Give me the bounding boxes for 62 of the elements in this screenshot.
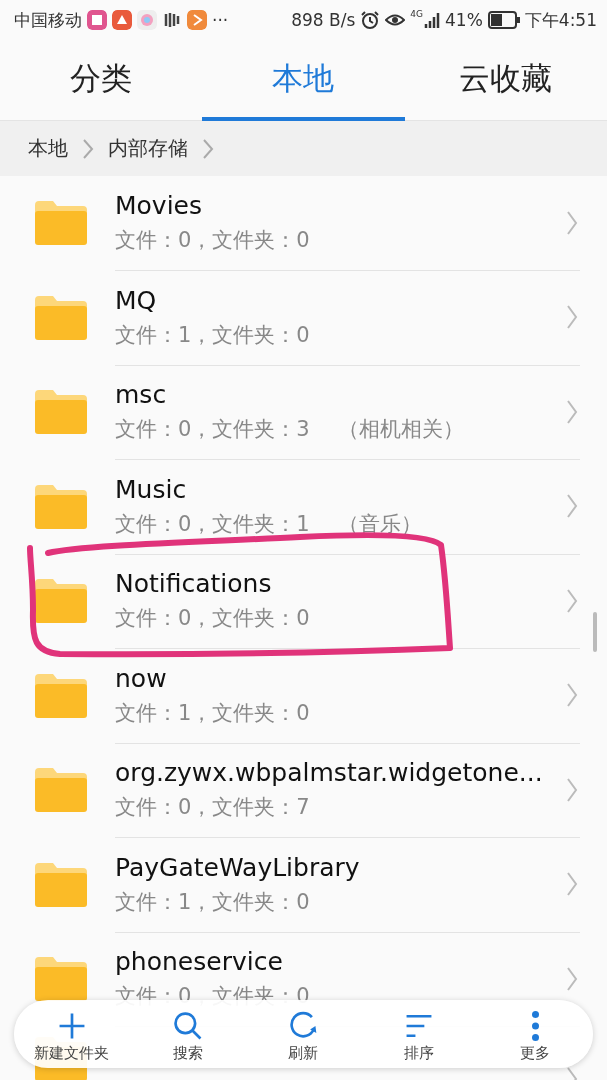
- folder-name[interactable]: phoneservice: [115, 947, 566, 977]
- folder-info: 文件：0，文件夹：1: [115, 510, 310, 538]
- folder-info: 文件：1，文件夹：0: [115, 699, 310, 727]
- folder-name[interactable]: org.zywx.wbpalmstar.widgetone...: [115, 758, 566, 788]
- chevron-right-icon: [566, 776, 578, 803]
- folder-note: （音乐）: [337, 510, 422, 538]
- chevron-right-icon: [566, 398, 578, 425]
- folder-info: 文件：1，文件夹：0: [115, 321, 310, 349]
- folder-icon: [35, 201, 87, 246]
- chevron-right-icon: [566, 965, 578, 992]
- folder-icon: [35, 957, 87, 1002]
- folder-icon: [35, 673, 87, 718]
- chevron-right-icon: [566, 209, 578, 236]
- chevron-right-icon: [566, 304, 578, 331]
- scrollbar-thumb[interactable]: [593, 612, 597, 652]
- folder-icon: [35, 768, 87, 813]
- chevron-right-icon: [82, 137, 94, 160]
- sound-wave-icon: [162, 10, 182, 30]
- chevron-right-icon: [202, 137, 214, 160]
- app-notification-icon: [112, 10, 132, 30]
- app-notification-icon: [87, 10, 107, 30]
- battery-icon: [487, 11, 520, 29]
- more-notifications: ···: [212, 10, 229, 30]
- app-notification-icon: [137, 10, 157, 30]
- toolbar-button[interactable]: 更多: [477, 1006, 593, 1066]
- folder-note: （相机相关）: [337, 416, 464, 444]
- toolbar-button[interactable]: 排序: [361, 1006, 478, 1066]
- folder-icon: [35, 484, 87, 529]
- folder-icon: [35, 390, 87, 435]
- play-app-icon: [187, 10, 207, 30]
- folder-name[interactable]: msc: [115, 380, 566, 410]
- folder-name[interactable]: Movies: [115, 191, 566, 221]
- network-speed: 898 B/s: [291, 10, 356, 30]
- folder-name[interactable]: PayGateWayLibrary: [115, 852, 566, 882]
- chevron-right-icon: [566, 682, 578, 709]
- folder-info: 文件：1，文件夹：0: [115, 888, 310, 916]
- tab[interactable]: 分类: [0, 40, 203, 121]
- clock-time: 下午4:51: [524, 8, 597, 32]
- signal-icon: [424, 10, 440, 30]
- chevron-right-icon: [566, 871, 578, 898]
- alarm-icon: [360, 10, 381, 30]
- chevron-right-icon: [566, 587, 578, 614]
- network-type: 4G: [410, 9, 423, 19]
- battery-percent: 41%: [445, 10, 483, 30]
- folder-name[interactable]: now: [115, 663, 566, 693]
- folder-info: 文件：0，文件夹：7: [115, 794, 310, 822]
- folder-name[interactable]: Music: [115, 474, 566, 504]
- chevron-right-icon: [566, 493, 578, 520]
- carrier-name: 中国移动: [14, 8, 82, 32]
- breadcrumb-item[interactable]: 内部存储: [108, 135, 188, 162]
- folder-name[interactable]: MQ: [115, 285, 566, 315]
- folder-info: 文件：0，文件夹：0: [115, 227, 310, 255]
- folder-info: 文件：0，文件夹：0: [115, 605, 310, 633]
- folder-icon: [35, 862, 87, 907]
- folder-info: 文件：0，文件夹：3: [115, 416, 310, 444]
- breadcrumb-item[interactable]: 本地: [28, 135, 68, 162]
- more-icon: [531, 1010, 539, 1041]
- folder-name[interactable]: Notifications: [115, 569, 566, 599]
- search-icon: [171, 1009, 204, 1042]
- tab[interactable]: 云收藏: [404, 40, 607, 121]
- folder-icon: [35, 295, 87, 340]
- folder-icon: [35, 579, 87, 624]
